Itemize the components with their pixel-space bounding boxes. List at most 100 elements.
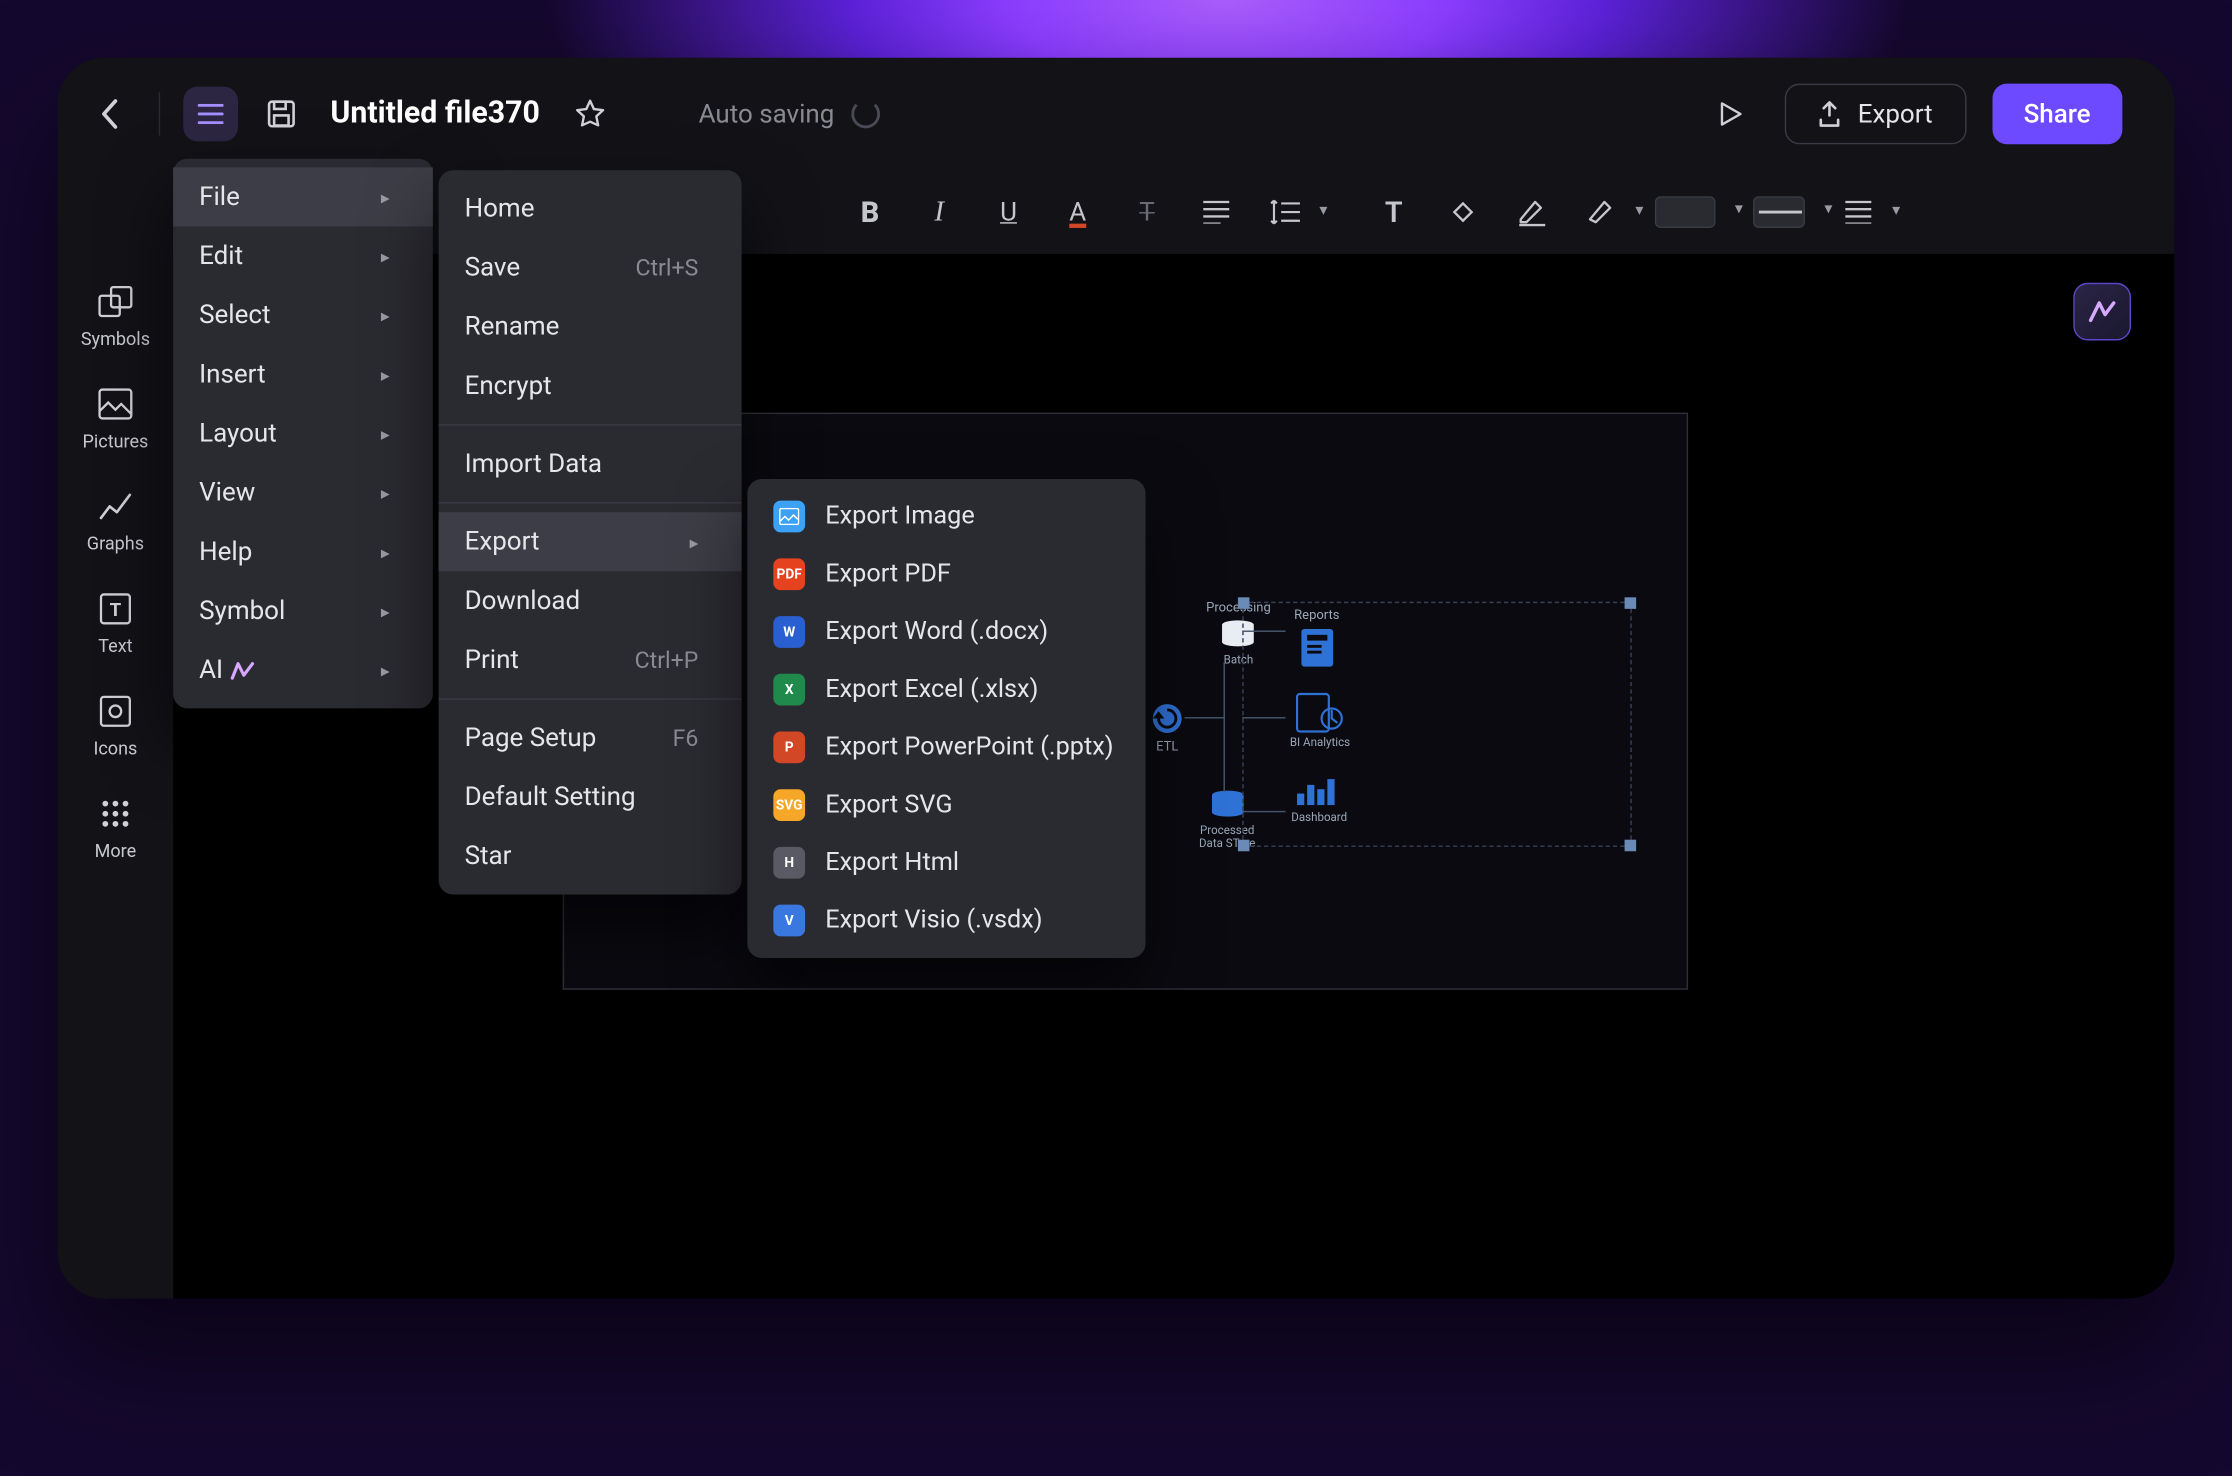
- svg-text:T: T: [110, 599, 122, 621]
- sidebar-item-label: Symbols: [81, 329, 150, 351]
- menu-item-export-pdf[interactable]: PDFExport PDF: [747, 545, 1145, 603]
- format-badge-icon: H: [773, 847, 805, 879]
- diagram-node[interactable]: Dashboard: [1291, 773, 1347, 823]
- list-button[interactable]: [1842, 196, 1874, 228]
- format-badge-icon: X: [773, 674, 805, 706]
- menu-item-edit[interactable]: Edit▸: [173, 227, 433, 286]
- export-button[interactable]: Export: [1784, 84, 1966, 145]
- menu-item-page-setup[interactable]: Page SetupF6: [439, 708, 742, 767]
- sidebar-item-pictures[interactable]: Pictures: [69, 385, 161, 453]
- format-badge-icon: PDF: [773, 558, 805, 590]
- chevron-right-icon: ▸: [381, 246, 390, 266]
- export-submenu: Export ImagePDFExport PDFWExport Word (.…: [747, 479, 1145, 958]
- play-button[interactable]: [1700, 85, 1758, 143]
- share-button-label: Share: [2024, 99, 2091, 129]
- fill-color-button[interactable]: [1447, 196, 1479, 228]
- selection-handle[interactable]: [1625, 597, 1637, 609]
- icons-icon: [97, 693, 135, 731]
- menu-divider: [439, 502, 742, 503]
- menu-item-symbol[interactable]: Symbol▸: [173, 581, 433, 640]
- pen-tool-button[interactable]: [1586, 196, 1618, 228]
- selection-handle[interactable]: [1238, 840, 1250, 852]
- sidebar-item-label: Pictures: [82, 431, 148, 453]
- menu-item-save[interactable]: SaveCtrl+S: [439, 238, 742, 297]
- menu-item-layout[interactable]: Layout▸: [173, 404, 433, 463]
- sidebar-item-symbols[interactable]: Symbols: [69, 283, 161, 351]
- selection-handle[interactable]: [1238, 597, 1250, 609]
- menu-item-download[interactable]: Download: [439, 571, 742, 630]
- menu-item-export-image[interactable]: Export Image: [747, 488, 1145, 546]
- chevron-right-icon: ▸: [690, 532, 699, 552]
- menu-divider: [439, 698, 742, 699]
- menu-item-insert[interactable]: Insert▸: [173, 345, 433, 404]
- menu-item-rename[interactable]: Rename: [439, 297, 742, 356]
- menu-shortcut: F6: [673, 724, 699, 751]
- chevron-right-icon: ▸: [381, 483, 390, 503]
- underline-button[interactable]: U: [993, 196, 1025, 228]
- chevron-right-icon: ▸: [381, 660, 390, 680]
- diagram-node[interactable]: Reports: [1294, 609, 1339, 670]
- format-badge-icon: V: [773, 905, 805, 937]
- sidebar-item-graphs[interactable]: Graphs: [69, 488, 161, 556]
- text-tool-button[interactable]: T: [1378, 196, 1410, 228]
- menu-item-export-word-docx-[interactable]: WExport Word (.docx): [747, 603, 1145, 661]
- diagram-connector: [1242, 717, 1285, 718]
- menu-item-export-powerpoint-pptx-[interactable]: PExport PowerPoint (.pptx): [747, 719, 1145, 777]
- menu-item-export-html[interactable]: HExport Html: [747, 834, 1145, 892]
- hamburger-menu-button[interactable]: [183, 87, 238, 142]
- app-window: Untitled file370 Auto saving Export Shar…: [58, 58, 2175, 1299]
- menu-shortcut: Ctrl+S: [635, 254, 698, 281]
- bold-button[interactable]: B: [854, 196, 886, 228]
- back-button[interactable]: [81, 85, 139, 143]
- strikethrough-button[interactable]: T: [1131, 196, 1163, 228]
- menu-item-export[interactable]: Export▸: [439, 512, 742, 571]
- menu-item-default-setting[interactable]: Default Setting: [439, 768, 742, 827]
- menu-item-export-visio-vsdx-[interactable]: VExport Visio (.vsdx): [747, 892, 1145, 950]
- diagram-node[interactable]: BI Analytics: [1290, 693, 1350, 749]
- selection-handle[interactable]: [1625, 840, 1637, 852]
- align-button[interactable]: [1200, 196, 1232, 228]
- sidebar-item-icons[interactable]: Icons: [69, 693, 161, 761]
- diagram-node[interactable]: ETL: [1148, 700, 1186, 755]
- spinner-icon: [852, 100, 881, 129]
- shapes-icon: [97, 283, 135, 321]
- menu-item-file[interactable]: File▸: [173, 167, 433, 226]
- text-color-button[interactable]: A: [1062, 196, 1094, 228]
- menu-item-ai[interactable]: AI ▸: [173, 641, 433, 700]
- italic-button[interactable]: I: [923, 196, 955, 228]
- sidebar-item-more[interactable]: More: [69, 795, 161, 863]
- menu-item-view[interactable]: View▸: [173, 463, 433, 522]
- diagram-selection[interactable]: Reports BI Analytics Dashboard: [1242, 602, 1632, 847]
- sidebar-item-label: Graphs: [87, 534, 144, 556]
- share-button[interactable]: Share: [1992, 84, 2123, 145]
- menu-item-print[interactable]: PrintCtrl+P: [439, 631, 742, 690]
- stroke-color-swatch[interactable]: [1655, 196, 1716, 228]
- menu-item-select[interactable]: Select▸: [173, 286, 433, 345]
- document-title[interactable]: Untitled file370: [330, 97, 539, 132]
- menu-item-export-excel-xlsx-[interactable]: XExport Excel (.xlsx): [747, 661, 1145, 719]
- diagram-connector: [1242, 811, 1285, 812]
- diagram-connector: [1223, 662, 1224, 792]
- format-badge-icon: [773, 501, 805, 533]
- star-button[interactable]: [569, 85, 612, 143]
- menu-item-export-svg[interactable]: SVGExport SVG: [747, 776, 1145, 834]
- chevron-right-icon: ▸: [381, 542, 390, 562]
- line-spacing-button[interactable]: [1270, 196, 1302, 228]
- sidebar-item-text[interactable]: T Text: [69, 590, 161, 658]
- chevron-right-icon: ▸: [381, 305, 390, 325]
- topbar: Untitled file370 Auto saving Export Shar…: [58, 58, 2175, 171]
- ai-assistant-button[interactable]: [2073, 283, 2131, 341]
- line-style-swatch[interactable]: [1753, 196, 1805, 228]
- chevron-right-icon: ▸: [381, 601, 390, 621]
- save-icon[interactable]: [252, 85, 310, 143]
- menu-divider: [439, 424, 742, 425]
- menu-item-star[interactable]: Star: [439, 827, 742, 886]
- menu-item-home[interactable]: Home: [439, 179, 742, 238]
- menu-item-help[interactable]: Help▸: [173, 522, 433, 581]
- menu-item-import-data[interactable]: Import Data: [439, 434, 742, 493]
- highlight-button[interactable]: [1516, 196, 1548, 228]
- diagram-connector: [1242, 631, 1285, 632]
- menu-item-encrypt[interactable]: Encrypt: [439, 356, 742, 415]
- graphs-icon: [97, 488, 135, 526]
- more-icon: [97, 795, 135, 833]
